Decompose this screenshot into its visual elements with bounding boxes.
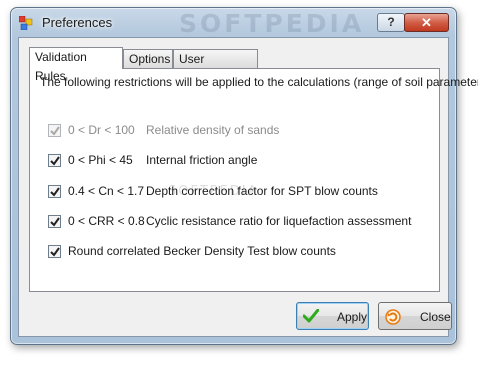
apply-button[interactable]: Apply	[296, 302, 369, 330]
becker-round-label: Round correlated Becker Density Test blo…	[68, 244, 336, 258]
close-button-label: Close	[420, 310, 451, 324]
undo-icon	[385, 309, 401, 328]
preferences-window: Preferences SOFTPEDIA ? ✕ Validation Rul…	[10, 7, 478, 345]
rule-cn-condition: 0.4 < Cn < 1.7	[68, 184, 145, 198]
check-icon	[50, 217, 60, 227]
restrictions-intro: The following restrictions will be appli…	[40, 75, 478, 89]
dialog-body: Validation Rules Options User Interface …	[18, 37, 478, 337]
apply-button-label: Apply	[337, 310, 368, 324]
title-bar[interactable]: Preferences SOFTPEDIA ? ✕	[11, 8, 456, 38]
tab-validation-rules[interactable]: Validation Rules	[29, 47, 123, 83]
window-title: Preferences	[42, 15, 113, 30]
window-close-button[interactable]: ✕	[404, 13, 449, 32]
becker-round-checkbox[interactable]	[48, 245, 61, 258]
tab-user-interface[interactable]: User Interface	[173, 49, 258, 85]
rule-dr-condition: 0 < Dr < 100	[68, 123, 135, 137]
check-icon	[302, 308, 320, 326]
check-icon	[50, 126, 60, 136]
check-icon	[50, 187, 60, 197]
rule-phi-description: Internal friction angle	[146, 153, 258, 167]
check-icon	[50, 156, 60, 166]
rule-phi-condition: 0 < Phi < 45	[68, 153, 133, 167]
help-button[interactable]: ?	[377, 13, 405, 32]
close-button[interactable]: Close	[378, 302, 452, 330]
rule-crr-description: Cyclic resistance ratio for liquefaction…	[146, 214, 412, 228]
watermark: SOFTPEDIA	[179, 9, 365, 38]
rule-crr-checkbox[interactable]	[48, 215, 61, 228]
rule-crr-condition: 0 < CRR < 0.8	[68, 214, 145, 228]
tab-options[interactable]: Options	[123, 49, 173, 68]
rule-dr-checkbox[interactable]	[48, 124, 61, 137]
check-icon	[50, 247, 60, 257]
rule-dr-description: Relative density of sands	[146, 123, 280, 137]
rule-cn-checkbox[interactable]	[48, 185, 61, 198]
app-icon	[18, 15, 35, 31]
validation-rules-panel: The following restrictions will be appli…	[29, 68, 478, 292]
rule-phi-checkbox[interactable]	[48, 154, 61, 167]
rule-cn-description: Depth correction factor for SPT blow cou…	[146, 184, 378, 198]
